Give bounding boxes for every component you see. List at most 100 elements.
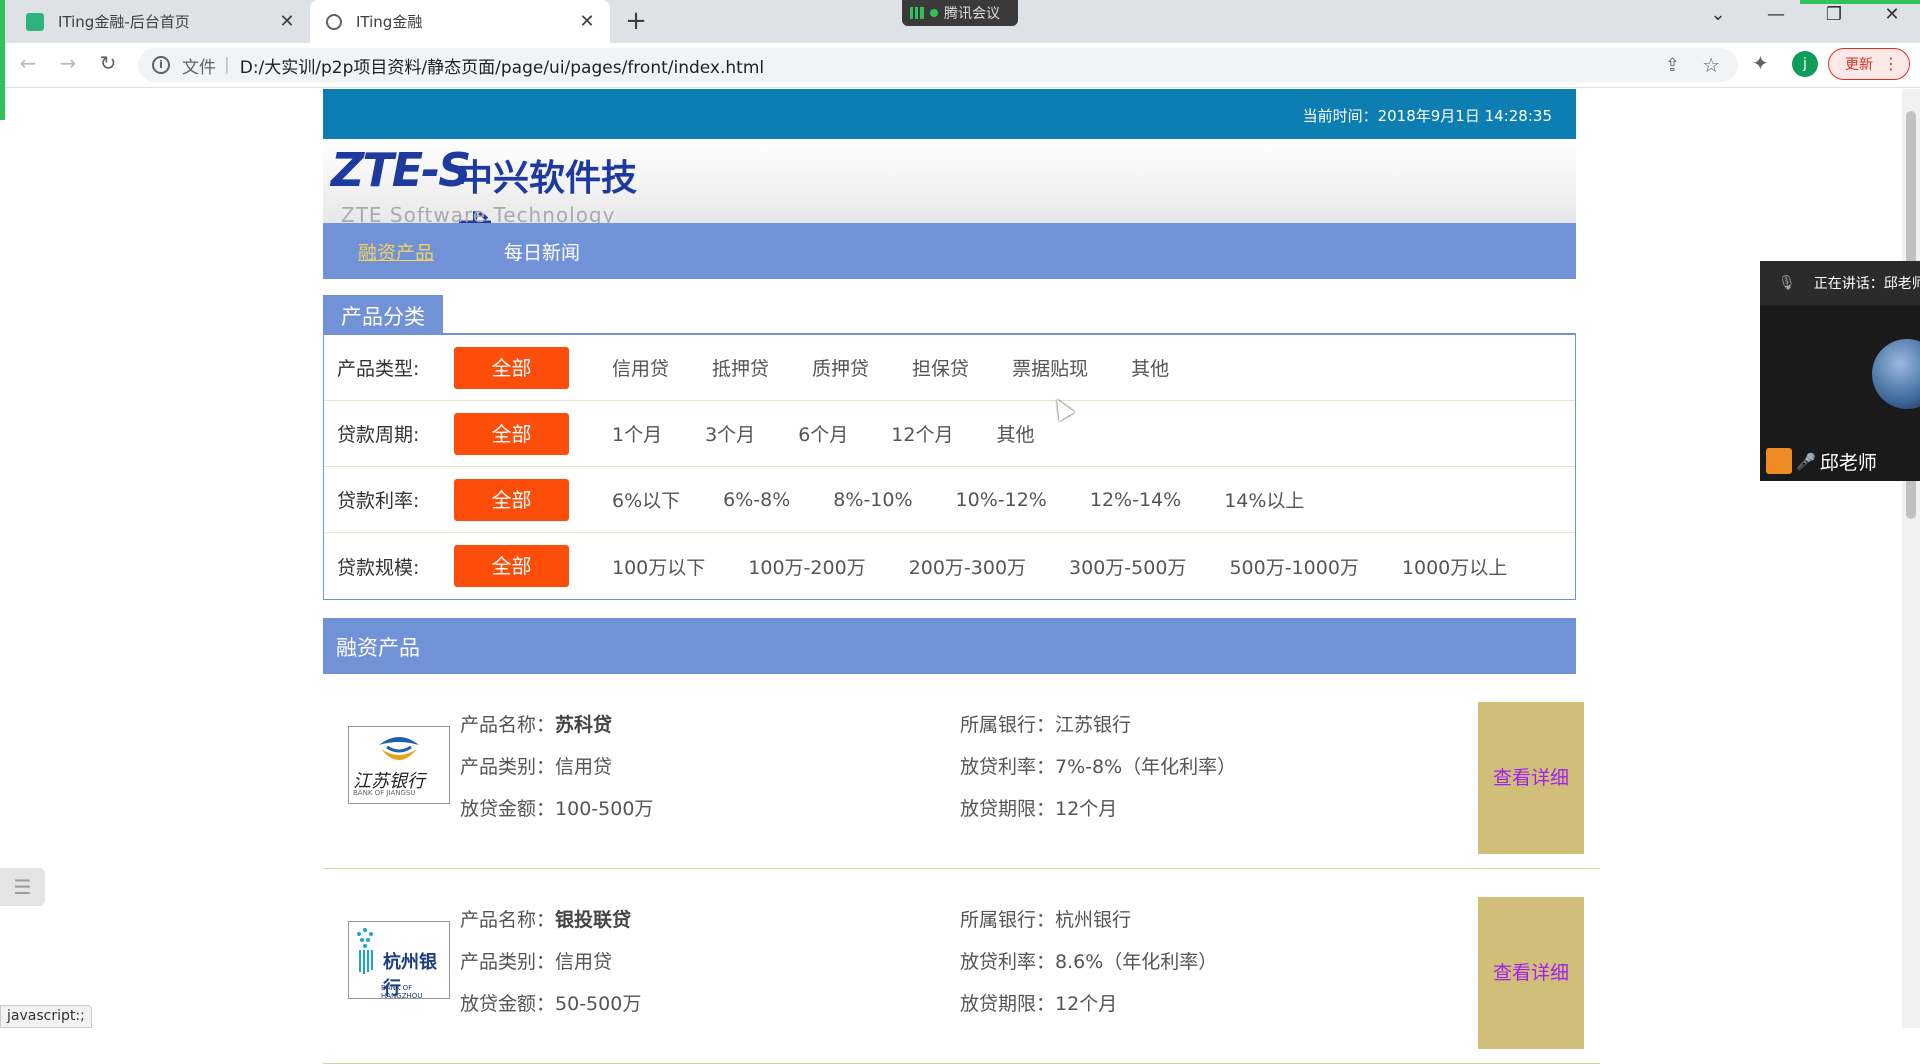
forward-arrow-icon[interactable]: → xyxy=(54,51,82,75)
filter-option[interactable]: 6%-8% xyxy=(723,489,790,511)
floating-menu-icon[interactable]: ☰ xyxy=(0,868,45,906)
product-term-label: 放贷期限： xyxy=(960,798,1056,820)
tab-strip: ITing金融-后台首页 ✕ ITing金融 ✕ + 腾讯会议 ⌄ — ❐ ✕ xyxy=(0,0,1920,43)
main-nav: 融资产品 每日新闻 xyxy=(323,223,1576,279)
meeting-pill-label: 腾讯会议 xyxy=(944,6,1000,22)
product-amount-label: 放贷金额： xyxy=(460,798,556,820)
product-amount: 50-500万 xyxy=(555,993,642,1015)
iting-favicon-icon xyxy=(26,12,44,31)
product-rate-label: 放贷利率： xyxy=(960,756,1056,778)
product-rate-field: 放贷利率：7%-8%（年化利率） xyxy=(960,752,1236,779)
microphone-icon: 🎙 xyxy=(1778,275,1796,291)
product-term-field: 放贷期限：12个月 xyxy=(960,989,1117,1016)
filter-all-button[interactable]: 全部 xyxy=(454,545,569,587)
close-tab-icon[interactable]: ✕ xyxy=(276,11,298,32)
address-bar[interactable]: i 文件 | D:/大实训/p2p项目资料/静态页面/page/ui/pages… xyxy=(138,48,1738,82)
bookmark-star-icon[interactable]: ☆ xyxy=(1702,53,1720,77)
filter-all-button[interactable]: 全部 xyxy=(454,346,569,389)
tab-iting-front[interactable]: ITing金融 ✕ xyxy=(310,0,610,43)
filter-option[interactable]: 6%以下 xyxy=(612,486,680,513)
filter-panel: 产品类型: 全部 信用贷 抵押贷 质押贷 担保贷 票据贴现 其他 贷款周期: 全… xyxy=(323,335,1576,600)
product-card: 江苏银行 BANK OF JIANGSU 产品名称：苏科贷 产品类别：信用贷 放… xyxy=(323,674,1600,869)
filter-option[interactable]: 其他 xyxy=(1131,354,1169,381)
filter-option[interactable]: 1个月 xyxy=(612,420,662,447)
zte-logo: ZTE-S 中兴软件技术 ZTE Software Technology xyxy=(331,143,649,223)
filter-row-scale: 贷款规模: 全部 100万以下 100万-200万 200万-300万 300万… xyxy=(324,533,1575,599)
share-icon[interactable]: ⇪ xyxy=(1665,55,1680,76)
view-detail-button[interactable]: 查看详细 xyxy=(1478,702,1584,854)
product-name: 银投联贷 xyxy=(555,909,632,931)
products-title: 融资产品 xyxy=(336,636,420,660)
product-rate-label: 放贷利率： xyxy=(960,951,1056,973)
reload-icon[interactable]: ↻ xyxy=(94,51,122,75)
product-term: 12个月 xyxy=(1055,993,1118,1015)
product-amount-label: 放贷金额： xyxy=(460,993,556,1015)
filter-option[interactable]: 100万-200万 xyxy=(748,553,865,580)
logo-mark: ZTE-S xyxy=(331,143,471,197)
info-icon[interactable]: i xyxy=(152,56,170,74)
filter-all-button[interactable]: 全部 xyxy=(454,478,569,521)
filter-option[interactable]: 票据贴现 xyxy=(1012,354,1088,381)
filter-all-button[interactable]: 全部 xyxy=(454,412,569,455)
filter-option[interactable]: 12个月 xyxy=(891,420,953,447)
filter-option[interactable]: 信用贷 xyxy=(612,354,669,381)
products-header: 融资产品 xyxy=(323,618,1576,674)
address-url[interactable]: D:/大实训/p2p项目资料/静态页面/page/ui/pages/front/… xyxy=(240,53,764,78)
participant-name-tag: 🎤 邱老师 xyxy=(1766,447,1877,475)
filter-option[interactable]: 其他 xyxy=(996,420,1034,447)
filter-option[interactable]: 3个月 xyxy=(705,420,755,447)
tab-iting-admin[interactable]: ITing金融-后台首页 ✕ xyxy=(0,0,310,43)
close-window-icon[interactable]: ✕ xyxy=(1872,4,1912,25)
filter-option[interactable]: 100万以下 xyxy=(612,553,705,580)
meeting-share-border xyxy=(0,0,5,120)
filter-label: 贷款周期: xyxy=(337,424,420,446)
page-scrollbar[interactable] xyxy=(1902,89,1920,1028)
extensions-puzzle-icon[interactable]: ✦ xyxy=(1752,51,1769,75)
filter-option[interactable]: 500万-1000万 xyxy=(1229,553,1358,580)
filter-option[interactable]: 质押贷 xyxy=(812,354,869,381)
product-type-field: 产品类别：信用贷 xyxy=(460,752,612,779)
meeting-video-panel[interactable]: 🎙 正在讲话：邱老师 🎤 邱老师 xyxy=(1760,261,1920,481)
tencent-meeting-pill[interactable]: 腾讯会议 xyxy=(902,0,1018,26)
tab-title: ITing金融 xyxy=(356,13,423,31)
filter-option[interactable]: 14%以上 xyxy=(1224,486,1304,513)
view-detail-button[interactable]: 查看详细 xyxy=(1478,897,1584,1049)
minimize-icon[interactable]: — xyxy=(1756,4,1796,25)
filter-option[interactable]: 10%-12% xyxy=(956,489,1047,511)
filter-option[interactable]: 担保贷 xyxy=(912,354,969,381)
update-button[interactable]: 更新 ⋮ xyxy=(1828,48,1910,80)
product-bank-label: 所属银行： xyxy=(960,909,1056,931)
nav-financing-products[interactable]: 融资产品 xyxy=(358,238,434,265)
filter-option[interactable]: 12%-14% xyxy=(1090,489,1181,511)
product-name-field: 产品名称：苏科贷 xyxy=(460,710,612,737)
meeting-speaker-header: 🎙 正在讲话：邱老师 xyxy=(1760,261,1920,305)
filter-option[interactable]: 200万-300万 xyxy=(909,553,1026,580)
logo-en: ZTE Software Technology xyxy=(341,203,616,223)
filter-option[interactable]: 抵押贷 xyxy=(712,354,769,381)
browser-toolbar: ← → ↻ i 文件 | D:/大实训/p2p项目资料/静态页面/page/ui… xyxy=(0,43,1920,88)
close-tab-icon[interactable]: ✕ xyxy=(576,11,598,32)
product-amount-field: 放贷金额：100-500万 xyxy=(460,794,653,821)
product-bank-label: 所属银行： xyxy=(960,714,1056,736)
new-tab-plus-icon[interactable]: + xyxy=(624,6,648,36)
product-rate: 8.6%（年化利率） xyxy=(1055,951,1218,973)
product-amount: 100-500万 xyxy=(555,798,654,820)
tab-search-chevron-icon[interactable]: ⌄ xyxy=(1698,4,1738,25)
filter-option[interactable]: 1000万以上 xyxy=(1402,553,1507,580)
product-bank: 杭州银行 xyxy=(1055,909,1132,931)
back-arrow-icon[interactable]: ← xyxy=(14,51,42,75)
menu-kebab-icon[interactable]: ⋮ xyxy=(1883,54,1899,73)
profile-avatar[interactable]: j xyxy=(1792,51,1818,77)
product-type-field: 产品类别：信用贷 xyxy=(460,947,612,974)
product-name: 苏科贷 xyxy=(555,714,613,736)
filter-option[interactable]: 8%-10% xyxy=(833,489,912,511)
product-type: 信用贷 xyxy=(555,756,613,778)
filter-option[interactable]: 6个月 xyxy=(798,420,848,447)
top-bar: 当前时间：2018年9月1日 14:28:35 xyxy=(323,89,1576,139)
product-name-label: 产品名称： xyxy=(460,909,556,931)
filter-option[interactable]: 300万-500万 xyxy=(1069,553,1186,580)
product-bank-field: 所属银行：杭州银行 xyxy=(960,905,1131,932)
restore-icon[interactable]: ❐ xyxy=(1814,4,1854,25)
signal-bars-icon xyxy=(910,7,924,19)
nav-daily-news[interactable]: 每日新闻 xyxy=(504,238,580,265)
